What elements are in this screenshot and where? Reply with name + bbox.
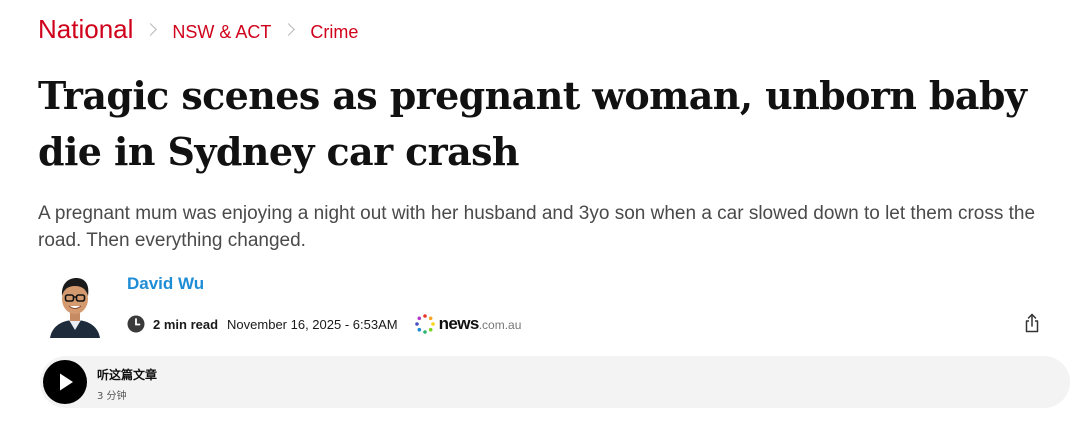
breadcrumb-chevron-icon	[144, 23, 158, 36]
publish-date: November 16, 2025 - 6:53AM	[227, 316, 398, 332]
breadcrumb-crime-link[interactable]: Crime	[310, 22, 358, 43]
brand-domain-text: .com.au	[478, 318, 522, 332]
article-meta: 2 min read November 16, 2025 - 6:53AM ne…	[127, 313, 521, 335]
news-com-au-logo[interactable]: news .com.au	[414, 313, 522, 335]
article-standfirst: A pregnant mum was enjoying a night out …	[38, 203, 1036, 251]
clock-icon	[127, 315, 145, 333]
breadcrumb: National NSW & ACT Crime	[38, 14, 358, 45]
audio-title: 听这篇文章	[97, 368, 158, 382]
play-button[interactable]	[43, 360, 87, 404]
breadcrumb-nsw-act-link[interactable]: NSW & ACT	[172, 22, 271, 43]
audio-duration: 3 分钟	[97, 391, 127, 402]
share-button[interactable]	[1022, 312, 1042, 334]
author-avatar[interactable]	[48, 270, 102, 338]
audio-player: 听这篇文章 3 分钟	[40, 356, 1070, 408]
share-icon	[1022, 313, 1042, 338]
breadcrumb-chevron-icon	[282, 23, 296, 36]
author-name-link[interactable]: David Wu	[127, 274, 204, 294]
brand-news-text: news	[438, 314, 480, 333]
read-time: 2 min read	[153, 316, 219, 332]
article-headline: Tragic scenes as pregnant woman, unborn …	[38, 73, 1027, 174]
breadcrumb-national-link[interactable]: National	[38, 14, 133, 45]
news-dots-logo-icon	[414, 313, 436, 335]
